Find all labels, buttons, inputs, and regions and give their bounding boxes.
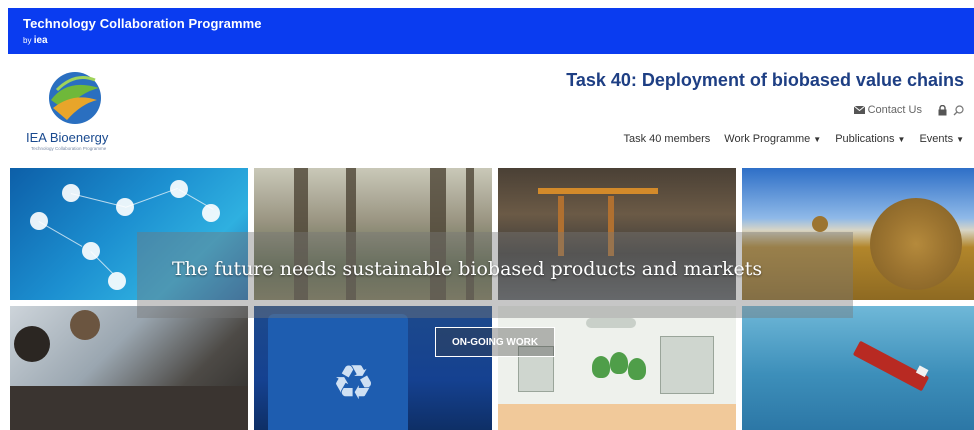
recycling-bin-image: ♻	[254, 306, 492, 430]
nav-item-label: Events	[919, 133, 954, 145]
iea-brand: iea	[33, 35, 48, 46]
page-title: Task 40: Deployment of biobased value ch…	[566, 70, 964, 90]
utility-bar: Contact Us	[853, 104, 964, 116]
ongoing-work-button[interactable]: ON-GOING WORK	[435, 327, 555, 357]
bioeconomy-infographic-image	[498, 306, 736, 430]
cargo-ship-image	[742, 306, 974, 430]
contact-us-label: Contact Us	[867, 104, 922, 116]
iea-bioenergy-logo[interactable]	[47, 70, 103, 126]
search-icon[interactable]	[953, 104, 964, 116]
chevron-down-icon: ▼	[897, 135, 906, 144]
hero-headline: The future needs sustainable biobased pr…	[172, 258, 763, 280]
chevron-down-icon: ▼	[956, 135, 964, 144]
nav-item-label: Work Programme	[724, 133, 811, 145]
nav-item-label: Task 40 members	[623, 133, 711, 145]
nav-item-publications[interactable]: Publications ▼	[835, 133, 905, 145]
recycle-icon: ♻	[332, 357, 376, 410]
contact-us-link[interactable]: Contact Us	[853, 104, 922, 116]
nav-item-work-programme[interactable]: Work Programme ▼	[724, 133, 821, 145]
tcp-banner[interactable]: Technology Collaboration Programme by ie…	[8, 8, 974, 54]
tcp-title: Technology Collaboration Programme	[23, 16, 262, 31]
nav-item-events[interactable]: Events ▼	[919, 133, 964, 145]
by-iea: by iea	[23, 35, 48, 46]
nav-item-task40-members[interactable]: Task 40 members	[623, 133, 710, 145]
nav-item-label: Publications	[835, 133, 895, 145]
main-nav: Task 40 members Work Programme ▼ Publicat…	[623, 133, 964, 145]
network-node-icon	[108, 272, 126, 290]
envelope-icon	[853, 106, 865, 114]
meeting-image	[10, 306, 248, 430]
logo-name: IEA Bioenergy	[26, 130, 109, 145]
logo-subtitle: Technology Collaboration Programme	[31, 146, 107, 151]
by-prefix: by	[23, 36, 32, 45]
lock-icon[interactable]	[938, 104, 947, 116]
chevron-down-icon: ▼	[813, 135, 822, 144]
